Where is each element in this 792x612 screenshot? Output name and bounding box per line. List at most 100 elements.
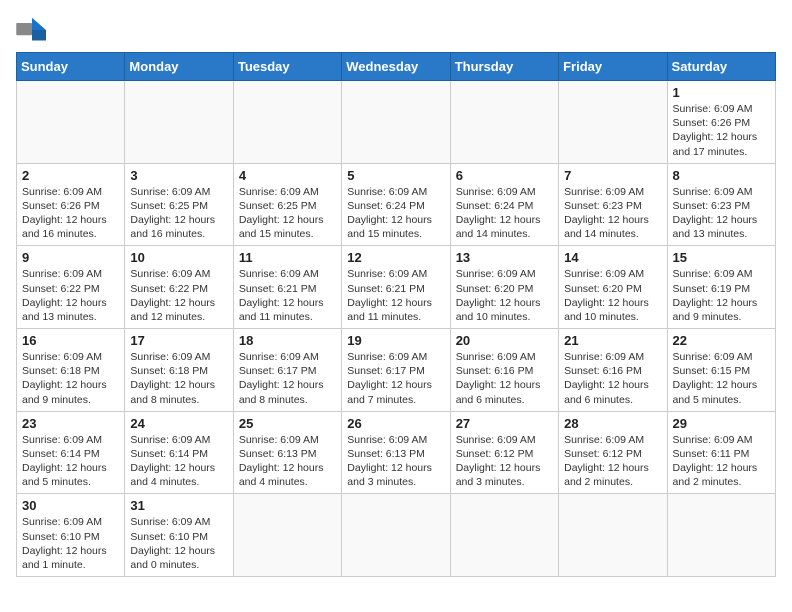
calendar-cell: 1Sunrise: 6:09 AM Sunset: 6:26 PM Daylig… <box>667 81 775 164</box>
calendar-cell: 6 Sunrise: 6:09 AM Sunset: 6:24 PM Daylig… <box>450 163 558 246</box>
day-info: Sunrise: 6:09 AM Sunset: 6:13 PM Dayligh… <box>347 433 444 490</box>
day-number: 21 <box>564 333 661 348</box>
logo <box>16 16 52 44</box>
day-info: Sunrise: 6:09 AM Sunset: 6:11 PM Dayligh… <box>673 433 770 490</box>
day-info: Sunrise: 6:09 AM Sunset: 6:14 PM Dayligh… <box>22 433 119 490</box>
calendar-cell: 17Sunrise: 6:09 AM Sunset: 6:18 PM Dayli… <box>125 329 233 412</box>
calendar-cell: 18 Sunrise: 6:09 AM Sunset: 6:17 PM Dayli… <box>233 329 341 412</box>
weekday-header-thursday: Thursday <box>450 53 558 81</box>
calendar-cell: 12 Sunrise: 6:09 AM Sunset: 6:21 PM Dayli… <box>342 246 450 329</box>
day-info: Sunrise: 6:09 AM Sunset: 6:21 PM Dayligh… <box>347 267 444 324</box>
day-number: 27 <box>456 416 553 431</box>
day-info: Sunrise: 6:09 AM Sunset: 6:26 PM Dayligh… <box>22 185 119 242</box>
calendar-cell <box>233 81 341 164</box>
calendar-cell: 29 Sunrise: 6:09 AM Sunset: 6:11 PM Dayli… <box>667 411 775 494</box>
day-info: Sunrise: 6:09 AM Sunset: 6:25 PM Dayligh… <box>130 185 227 242</box>
day-info: Sunrise: 6:09 AM Sunset: 6:10 PM Dayligh… <box>130 515 227 572</box>
calendar-cell: 9Sunrise: 6:09 AM Sunset: 6:22 PM Daylig… <box>17 246 125 329</box>
day-number: 25 <box>239 416 336 431</box>
calendar-cell <box>559 494 667 577</box>
calendar-cell: 20Sunrise: 6:09 AM Sunset: 6:16 PM Dayli… <box>450 329 558 412</box>
weekday-header-monday: Monday <box>125 53 233 81</box>
calendar-cell: 30 Sunrise: 6:09 AM Sunset: 6:10 PM Dayli… <box>17 494 125 577</box>
calendar-cell: 25 Sunrise: 6:09 AM Sunset: 6:13 PM Dayli… <box>233 411 341 494</box>
calendar-cell: 31 Sunrise: 6:09 AM Sunset: 6:10 PM Dayli… <box>125 494 233 577</box>
day-info: Sunrise: 6:09 AM Sunset: 6:22 PM Dayligh… <box>22 267 119 324</box>
calendar-cell: 4 Sunrise: 6:09 AM Sunset: 6:25 PM Daylig… <box>233 163 341 246</box>
day-info: Sunrise: 6:09 AM Sunset: 6:17 PM Dayligh… <box>347 350 444 407</box>
day-number: 3 <box>130 168 227 183</box>
day-number: 23 <box>22 416 119 431</box>
weekday-header-friday: Friday <box>559 53 667 81</box>
calendar-cell <box>559 81 667 164</box>
calendar-cell <box>450 494 558 577</box>
calendar-week-row: 9Sunrise: 6:09 AM Sunset: 6:22 PM Daylig… <box>17 246 776 329</box>
day-number: 11 <box>239 250 336 265</box>
calendar-cell: 22 Sunrise: 6:09 AM Sunset: 6:15 PM Dayli… <box>667 329 775 412</box>
day-info: Sunrise: 6:09 AM Sunset: 6:18 PM Dayligh… <box>22 350 119 407</box>
weekday-header-sunday: Sunday <box>17 53 125 81</box>
calendar-cell <box>342 494 450 577</box>
day-number: 10 <box>130 250 227 265</box>
day-number: 28 <box>564 416 661 431</box>
day-info: Sunrise: 6:09 AM Sunset: 6:12 PM Dayligh… <box>564 433 661 490</box>
day-info: Sunrise: 6:09 AM Sunset: 6:25 PM Dayligh… <box>239 185 336 242</box>
calendar-cell: 21Sunrise: 6:09 AM Sunset: 6:16 PM Dayli… <box>559 329 667 412</box>
day-number: 7 <box>564 168 661 183</box>
calendar-cell <box>17 81 125 164</box>
calendar-cell: 27 Sunrise: 6:09 AM Sunset: 6:12 PM Dayli… <box>450 411 558 494</box>
day-number: 30 <box>22 498 119 513</box>
day-info: Sunrise: 6:09 AM Sunset: 6:20 PM Dayligh… <box>456 267 553 324</box>
calendar-cell: 23 Sunrise: 6:09 AM Sunset: 6:14 PM Dayli… <box>17 411 125 494</box>
calendar-cell: 24Sunrise: 6:09 AM Sunset: 6:14 PM Dayli… <box>125 411 233 494</box>
calendar-cell: 28 Sunrise: 6:09 AM Sunset: 6:12 PM Dayli… <box>559 411 667 494</box>
calendar-cell: 8Sunrise: 6:09 AM Sunset: 6:23 PM Daylig… <box>667 163 775 246</box>
day-number: 26 <box>347 416 444 431</box>
day-number: 8 <box>673 168 770 183</box>
day-number: 31 <box>130 498 227 513</box>
day-number: 13 <box>456 250 553 265</box>
day-info: Sunrise: 6:09 AM Sunset: 6:18 PM Dayligh… <box>130 350 227 407</box>
calendar-cell: 14Sunrise: 6:09 AM Sunset: 6:20 PM Dayli… <box>559 246 667 329</box>
day-info: Sunrise: 6:09 AM Sunset: 6:16 PM Dayligh… <box>456 350 553 407</box>
calendar-cell: 16 Sunrise: 6:09 AM Sunset: 6:18 PM Dayli… <box>17 329 125 412</box>
calendar-cell <box>342 81 450 164</box>
day-info: Sunrise: 6:09 AM Sunset: 6:24 PM Dayligh… <box>456 185 553 242</box>
day-info: Sunrise: 6:09 AM Sunset: 6:21 PM Dayligh… <box>239 267 336 324</box>
calendar-week-row: 1Sunrise: 6:09 AM Sunset: 6:26 PM Daylig… <box>17 81 776 164</box>
day-number: 4 <box>239 168 336 183</box>
calendar-cell <box>450 81 558 164</box>
calendar-cell: 13 Sunrise: 6:09 AM Sunset: 6:20 PM Dayli… <box>450 246 558 329</box>
calendar-cell: 7Sunrise: 6:09 AM Sunset: 6:23 PM Daylig… <box>559 163 667 246</box>
day-info: Sunrise: 6:09 AM Sunset: 6:17 PM Dayligh… <box>239 350 336 407</box>
calendar-cell: 10 Sunrise: 6:09 AM Sunset: 6:22 PM Dayli… <box>125 246 233 329</box>
calendar-cell: 5Sunrise: 6:09 AM Sunset: 6:24 PM Daylig… <box>342 163 450 246</box>
day-number: 12 <box>347 250 444 265</box>
day-number: 29 <box>673 416 770 431</box>
day-number: 18 <box>239 333 336 348</box>
day-number: 6 <box>456 168 553 183</box>
calendar-cell: 2 Sunrise: 6:09 AM Sunset: 6:26 PM Daylig… <box>17 163 125 246</box>
calendar-week-row: 2 Sunrise: 6:09 AM Sunset: 6:26 PM Daylig… <box>17 163 776 246</box>
day-number: 16 <box>22 333 119 348</box>
calendar-cell: 15Sunrise: 6:09 AM Sunset: 6:19 PM Dayli… <box>667 246 775 329</box>
day-info: Sunrise: 6:09 AM Sunset: 6:24 PM Dayligh… <box>347 185 444 242</box>
day-info: Sunrise: 6:09 AM Sunset: 6:12 PM Dayligh… <box>456 433 553 490</box>
calendar-week-row: 30 Sunrise: 6:09 AM Sunset: 6:10 PM Dayli… <box>17 494 776 577</box>
calendar-cell: 19 Sunrise: 6:09 AM Sunset: 6:17 PM Dayli… <box>342 329 450 412</box>
day-info: Sunrise: 6:09 AM Sunset: 6:15 PM Dayligh… <box>673 350 770 407</box>
day-info: Sunrise: 6:09 AM Sunset: 6:13 PM Dayligh… <box>239 433 336 490</box>
calendar-week-row: 23 Sunrise: 6:09 AM Sunset: 6:14 PM Dayli… <box>17 411 776 494</box>
generalblue-logo-icon <box>16 16 48 44</box>
day-number: 24 <box>130 416 227 431</box>
calendar-cell <box>125 81 233 164</box>
day-number: 19 <box>347 333 444 348</box>
day-info: Sunrise: 6:09 AM Sunset: 6:22 PM Dayligh… <box>130 267 227 324</box>
calendar-cell <box>667 494 775 577</box>
calendar-header-row: SundayMondayTuesdayWednesdayThursdayFrid… <box>17 53 776 81</box>
day-number: 22 <box>673 333 770 348</box>
day-number: 2 <box>22 168 119 183</box>
day-number: 1 <box>673 85 770 100</box>
weekday-header-wednesday: Wednesday <box>342 53 450 81</box>
day-info: Sunrise: 6:09 AM Sunset: 6:10 PM Dayligh… <box>22 515 119 572</box>
